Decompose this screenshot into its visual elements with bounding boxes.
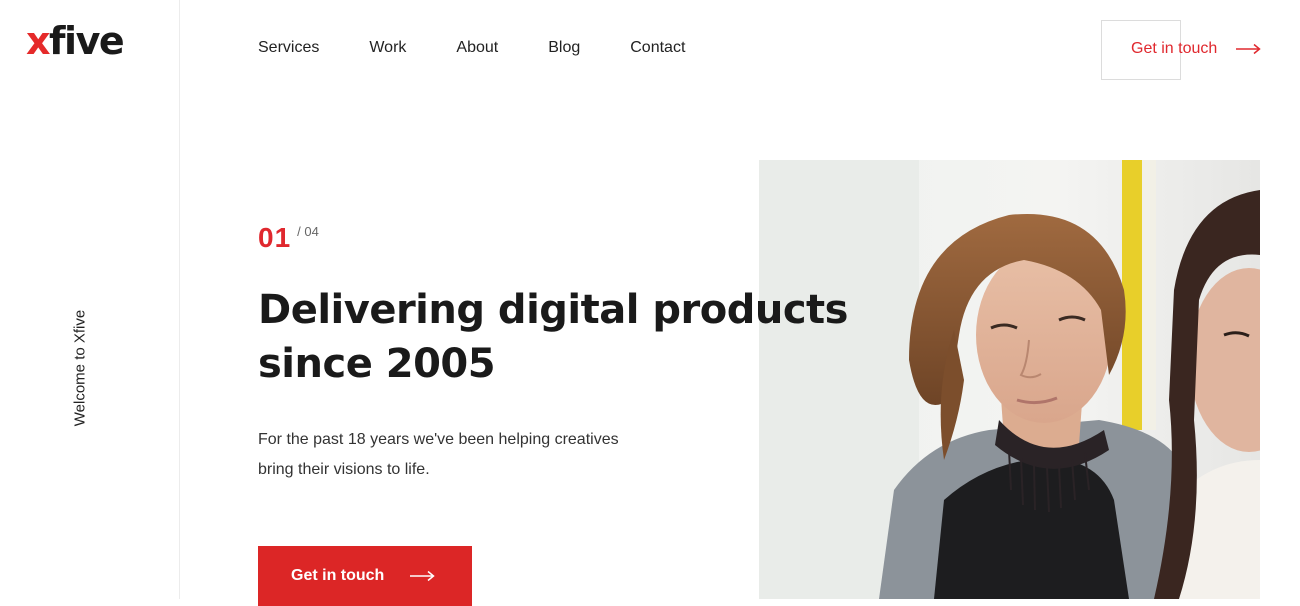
nav-item-contact[interactable]: Contact (630, 38, 685, 58)
nav-item-blog[interactable]: Blog (548, 38, 580, 58)
hero-headline: Delivering digital products since 2005 (258, 287, 848, 387)
nav-item-services[interactable]: Services (258, 38, 319, 58)
nav-item-work[interactable]: Work (369, 38, 406, 58)
main-nav: Services Work About Blog Contact (258, 38, 735, 58)
nav-item-about[interactable]: About (456, 38, 498, 58)
sidebar: xfive Welcome to Xfive (0, 0, 180, 599)
header-get-in-touch-link[interactable]: Get in touch (1131, 39, 1217, 59)
logo-x: x (26, 19, 51, 63)
hero-cta-label: Get in touch (291, 567, 385, 584)
hero-subtext: For the past 18 years we've been helping… (258, 431, 619, 478)
welcome-vertical-text: Welcome to Xfive (71, 309, 89, 427)
slide-counter-current: 01 (258, 222, 292, 253)
arrow-right-icon (410, 570, 436, 582)
arrow-right-icon (1236, 43, 1261, 55)
xfive-logo[interactable]: xfive (26, 18, 125, 64)
slide-counter-total: / 04 (297, 224, 319, 239)
logo-five: five (49, 19, 125, 63)
slide-counter: 01 / 04 (258, 222, 319, 254)
hero-get-in-touch-button[interactable]: Get in touch (258, 546, 472, 606)
